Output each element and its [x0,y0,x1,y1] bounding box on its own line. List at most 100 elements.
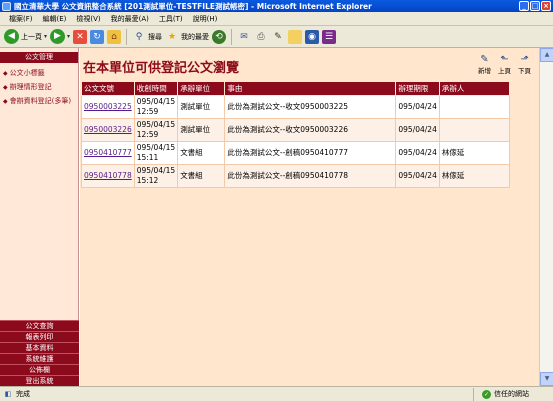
page-title: 在本單位可供登記公文瀏覽 [83,61,240,76]
table-row: 0950410777 095/04/15 15:11 文書組 此份為測試公文--… [81,141,511,165]
menu-file[interactable]: 檔案(F) [4,14,38,24]
arrow-up-icon: ⬑ [500,54,509,65]
table-header-row: 公文文號 收創時間 承辦單位 事由 辦理期限 承辦人 [81,81,511,96]
nav-basic-data[interactable]: 基本資料 [0,342,79,353]
cell-time: 095/04/15 15:11 [133,141,179,165]
col-header-deadline[interactable]: 辦理期限 [395,81,440,96]
status-bar: ◧ 完成 ✓ 信任的網站 [0,386,553,401]
messenger-icon[interactable]: ◉ [305,29,320,44]
bullet-icon: ◆ [3,97,8,105]
col-header-unit[interactable]: 承辦單位 [177,81,226,96]
search-icon: ⚲ [135,31,143,42]
page-icon: ◧ [4,390,12,398]
sidebar-item-co-processing[interactable]: ◆ 會辦資料登記(多筆) [0,94,78,108]
history-icon[interactable]: ⟲ [212,29,227,44]
documents-table: 公文文號 收創時間 承辦單位 事由 辦理期限 承辦人 0950003225 09… [81,81,511,188]
star-icon: ★ [167,31,177,42]
sidebar-menu: ◆ 公文小標籤 ◆ 辦理情形登記 ◆ 會辦資料登記(多筆) [0,66,78,108]
print-icon[interactable]: ⎙ [254,30,268,44]
cell-unit: 文書組 [177,141,226,165]
back-button[interactable]: ◀ 上一頁 ▾ [4,29,47,44]
home-icon[interactable]: ⌂ [107,29,122,44]
next-page-label: 下頁 [518,67,531,75]
vertical-scrollbar[interactable]: ▲ ▼ [539,48,553,386]
menu-view[interactable]: 檢視(V) [71,14,105,24]
menu-tools[interactable]: 工具(T) [154,14,188,24]
cell-handler: 林傢延 [438,141,511,165]
refresh-icon[interactable]: ↻ [90,29,105,44]
maximize-button[interactable]: □ [530,1,540,11]
main-content: 在本單位可供登記公文瀏覽 ✎ 新增 ⬑ 上頁 ⬏ 下頁 公文文號 收創時間 承辦… [80,48,539,386]
sidebar-item-doc-labels[interactable]: ◆ 公文小標籤 [0,66,78,80]
nav-logout[interactable]: 登出系統 [0,375,79,386]
new-button-label: 新增 [478,67,491,75]
window-title: 國立清華大學 公文資訊整合系統 [201測試單位-TESTFILE測試帳密] -… [14,1,372,11]
cell-doc-no: 0950003225 [81,95,135,119]
cell-deadline: 095/04/24 [395,164,440,188]
col-header-time[interactable]: 收創時間 [133,81,179,96]
mail-icon[interactable]: ✉ [237,30,251,44]
window-controls: _ □ × [519,1,551,11]
scroll-up-icon[interactable]: ▲ [540,48,553,62]
cell-unit: 測試單位 [177,95,226,119]
table-row: 0950003226 095/04/15 12:59 測試單位 此份為測試公文-… [81,118,511,142]
edit-icon[interactable]: ✎ [271,30,285,44]
minimize-button[interactable]: _ [519,1,529,11]
sidebar-item-label: 公文小標籤 [9,69,45,77]
nav-doc-query[interactable]: 公文查詢 [0,320,79,331]
bullet-icon: ◆ [3,69,8,77]
doc-number-link[interactable]: 0950410777 [84,148,132,157]
col-header-handler[interactable]: 承辦人 [438,81,511,96]
sidebar: 公文管理 ◆ 公文小標籤 ◆ 辦理情形登記 ◆ 會辦資料登記(多筆) 公文查詢 … [0,48,79,386]
stop-icon[interactable]: ✕ [73,29,88,44]
cell-time: 095/04/15 12:59 [133,118,179,142]
cell-unit: 文書組 [177,164,226,188]
cell-subject: 此份為測試公文--創稿0950410777 [224,141,397,165]
cell-deadline: 095/04/24 [395,141,440,165]
chevron-down-icon[interactable]: ▾ [67,33,70,40]
bullet-icon: ◆ [3,83,8,91]
sidebar-item-handling-status[interactable]: ◆ 辦理情形登記 [0,80,78,94]
cell-subject: 此份為測試公文--創稿0950410778 [224,164,397,188]
arrow-down-icon: ⬏ [520,54,529,65]
pencil-icon: ✎ [480,54,489,65]
cell-deadline: 095/04/24 [395,95,440,119]
chevron-down-icon[interactable]: ▾ [44,33,47,40]
cell-handler [438,118,511,142]
check-icon: ✓ [482,389,491,399]
nav-bulletin[interactable]: 公佈欄 [0,364,79,375]
ie-icon [2,1,11,11]
nav-report-print[interactable]: 報表列印 [0,331,79,342]
prev-page-button[interactable]: ⬑ 上頁 [498,54,511,75]
sidebar-header: 公文管理 [0,52,78,63]
security-zone: ✓ 信任的網站 [473,387,553,401]
menu-help[interactable]: 說明(H) [188,14,223,24]
menu-bar: 檔案(F) 編輯(E) 檢視(V) 我的最愛(A) 工具(T) 說明(H) [0,12,553,26]
cell-time: 095/04/15 12:59 [133,95,179,119]
col-header-doc-no[interactable]: 公文文號 [81,81,135,96]
nav-system-maintenance[interactable]: 系統維護 [0,353,79,364]
cell-doc-no: 0950003226 [81,118,135,142]
toolbar-separator [231,28,233,45]
doc-number-link[interactable]: 0950410778 [84,171,132,180]
new-button[interactable]: ✎ 新增 [478,54,491,75]
col-header-subject[interactable]: 事由 [224,81,397,96]
back-button-label: 上一頁 [21,32,42,41]
scroll-down-icon[interactable]: ▼ [540,372,553,386]
doc-number-link[interactable]: 0950003226 [84,125,132,134]
folder-icon[interactable] [288,29,303,44]
close-button[interactable]: × [541,1,551,11]
favorites-button[interactable]: ★ 我的最愛 [165,30,209,44]
menu-favorites[interactable]: 我的最愛(A) [106,14,154,24]
forward-button[interactable]: ▶ ▾ [50,29,70,44]
menu-edit[interactable]: 編輯(E) [38,14,72,24]
cell-handler: 林傢延 [438,164,511,188]
cell-subject: 此份為測試公文--收文0950003225 [224,95,397,119]
doc-number-link[interactable]: 0950003225 [84,102,132,111]
table-row: 0950410778 095/04/15 15:12 文書組 此份為測試公文--… [81,164,511,188]
search-button[interactable]: ⚲ 搜尋 [132,30,162,44]
research-icon[interactable]: ☰ [322,29,337,44]
search-button-label: 搜尋 [148,32,163,41]
page-actions: ✎ 新增 ⬑ 上頁 ⬏ 下頁 [478,54,531,75]
next-page-button[interactable]: ⬏ 下頁 [518,54,531,75]
